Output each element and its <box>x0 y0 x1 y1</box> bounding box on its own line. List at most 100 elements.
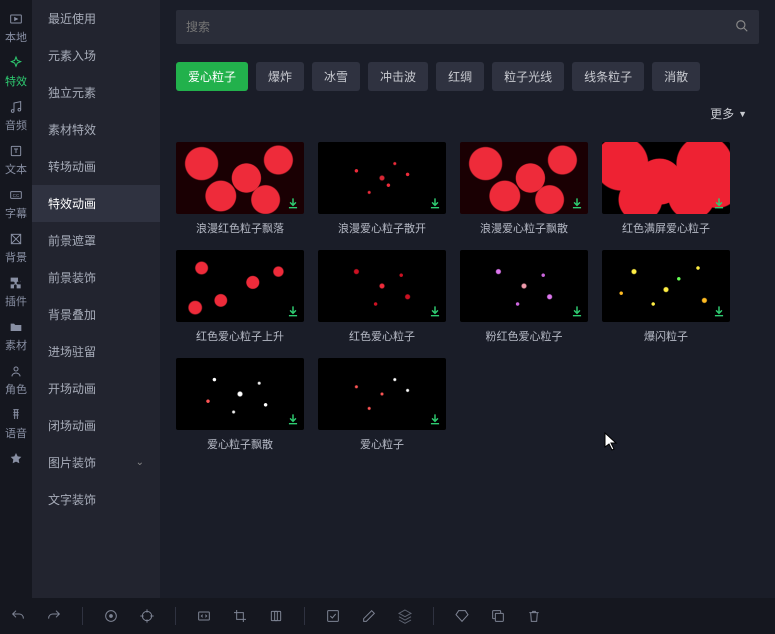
download-icon[interactable] <box>712 304 726 318</box>
asset-thumbnail[interactable] <box>602 250 730 322</box>
toolbar-divider <box>82 607 83 625</box>
rail-label: 素材 <box>5 337 27 353</box>
crop-button[interactable] <box>232 608 248 624</box>
asset-card[interactable]: 爱心粒子飘散 <box>176 358 304 452</box>
search-icon[interactable] <box>735 19 749 36</box>
asset-card[interactable]: 红色爱心粒子 <box>318 250 446 344</box>
asset-thumbnail[interactable] <box>176 358 304 430</box>
more-button[interactable]: 更多▼ <box>698 99 759 128</box>
person-icon <box>8 363 24 379</box>
svg-text:CC: CC <box>13 193 20 198</box>
asset-card[interactable]: 爆闪粒子 <box>602 250 730 344</box>
rail-item-music[interactable]: 音频 <box>0 94 32 138</box>
download-icon[interactable] <box>712 196 726 210</box>
layers-button[interactable] <box>397 608 413 624</box>
redo-button[interactable] <box>46 608 62 624</box>
clone-button[interactable] <box>268 608 284 624</box>
rail-item-star[interactable] <box>0 446 32 474</box>
asset-title: 爆闪粒子 <box>602 328 730 344</box>
download-icon[interactable] <box>570 196 584 210</box>
category-tab[interactable]: 冲击波 <box>368 62 428 91</box>
asset-card[interactable]: 浪漫红色粒子飘落 <box>176 142 304 236</box>
toolbar-divider <box>304 607 305 625</box>
sidebar-item[interactable]: 前景遮罩 <box>32 222 160 259</box>
sidebar-item[interactable]: 前景装饰 <box>32 259 160 296</box>
search-input[interactable] <box>186 20 735 34</box>
rail-item-pattern[interactable]: 背景 <box>0 226 32 270</box>
more-label: 更多 <box>710 105 734 122</box>
sidebar-item[interactable]: 图片装饰⌄ <box>32 444 160 481</box>
asset-card[interactable]: 爱心粒子 <box>318 358 446 452</box>
asset-thumbnail[interactable] <box>602 142 730 214</box>
download-icon[interactable] <box>286 304 300 318</box>
sidebar-item-label: 图片装饰 <box>48 454 96 471</box>
sidebar-item-label: 开场动画 <box>48 380 96 397</box>
asset-card[interactable]: 浪漫爱心粒子飘散 <box>460 142 588 236</box>
sidebar-item[interactable]: 转场动画 <box>32 148 160 185</box>
sidebar-item[interactable]: 文字装饰 <box>32 481 160 518</box>
category-tab[interactable]: 冰雪 <box>312 62 360 91</box>
rail-label: 语音 <box>5 425 27 441</box>
rail-label: 字幕 <box>5 205 27 221</box>
asset-thumbnail[interactable] <box>460 250 588 322</box>
edit-button[interactable] <box>361 608 377 624</box>
code-button[interactable] <box>196 608 212 624</box>
rail-label: 特效 <box>5 73 27 89</box>
asset-card[interactable]: 浪漫爱心粒子散开 <box>318 142 446 236</box>
asset-thumbnail[interactable] <box>318 358 446 430</box>
crosshair-button[interactable] <box>139 608 155 624</box>
sidebar-item[interactable]: 独立元素 <box>32 74 160 111</box>
category-tab[interactable]: 粒子光线 <box>492 62 564 91</box>
sidebar-item[interactable]: 元素入场 <box>32 37 160 74</box>
rail-item-person[interactable]: 角色 <box>0 358 32 402</box>
sidebar-item[interactable]: 素材特效 <box>32 111 160 148</box>
asset-thumbnail[interactable] <box>460 142 588 214</box>
asset-card[interactable]: 红色爱心粒子上升 <box>176 250 304 344</box>
category-tab[interactable]: 爱心粒子 <box>176 62 248 91</box>
asset-title: 粉红色爱心粒子 <box>460 328 588 344</box>
download-icon[interactable] <box>286 196 300 210</box>
rail-label: 插件 <box>5 293 27 309</box>
download-icon[interactable] <box>428 196 442 210</box>
category-tab[interactable]: 消散 <box>652 62 700 91</box>
asset-card[interactable]: 红色满屏爱心粒子 <box>602 142 730 236</box>
check-sq-button[interactable] <box>325 608 341 624</box>
sidebar-item[interactable]: 最近使用 <box>32 0 160 37</box>
download-icon[interactable] <box>428 304 442 318</box>
sidebar-item[interactable]: 进场驻留 <box>32 333 160 370</box>
search-bar[interactable] <box>176 10 759 44</box>
copy-button[interactable] <box>490 608 506 624</box>
asset-thumbnail[interactable] <box>318 250 446 322</box>
rail-item-video[interactable]: 本地 <box>0 6 32 50</box>
target-button[interactable] <box>103 608 119 624</box>
rail-item-folder[interactable]: 素材 <box>0 314 32 358</box>
asset-title: 浪漫红色粒子飘落 <box>176 220 304 236</box>
sidebar-item[interactable]: 闭场动画 <box>32 407 160 444</box>
rail-item-puzzle[interactable]: 插件 <box>0 270 32 314</box>
asset-thumbnail[interactable] <box>318 142 446 214</box>
category-tab[interactable]: 红绸 <box>436 62 484 91</box>
rail-item-sparkle[interactable]: 特效 <box>0 50 32 94</box>
download-icon[interactable] <box>570 304 584 318</box>
rail-item-cc[interactable]: CC 字幕 <box>0 182 32 226</box>
sidebar-item[interactable]: 特效动画 <box>32 185 160 222</box>
sidebar-item[interactable]: 开场动画 <box>32 370 160 407</box>
asset-thumbnail[interactable] <box>176 142 304 214</box>
undo-button[interactable] <box>10 608 26 624</box>
rail-item-text[interactable]: 文本 <box>0 138 32 182</box>
asset-thumbnail[interactable] <box>176 250 304 322</box>
rail-item-mic[interactable]: 语音 <box>0 402 32 446</box>
star-icon <box>8 451 24 467</box>
download-icon[interactable] <box>286 412 300 426</box>
category-tab[interactable]: 爆炸 <box>256 62 304 91</box>
gem-button[interactable] <box>454 608 470 624</box>
rail-label: 音频 <box>5 117 27 133</box>
sidebar-item[interactable]: 背景叠加 <box>32 296 160 333</box>
trash-button[interactable] <box>526 608 542 624</box>
asset-card[interactable]: 粉红色爱心粒子 <box>460 250 588 344</box>
music-icon <box>8 99 24 115</box>
category-tab[interactable]: 线条粒子 <box>572 62 644 91</box>
asset-title: 爱心粒子飘散 <box>176 436 304 452</box>
puzzle-icon <box>8 275 24 291</box>
download-icon[interactable] <box>428 412 442 426</box>
